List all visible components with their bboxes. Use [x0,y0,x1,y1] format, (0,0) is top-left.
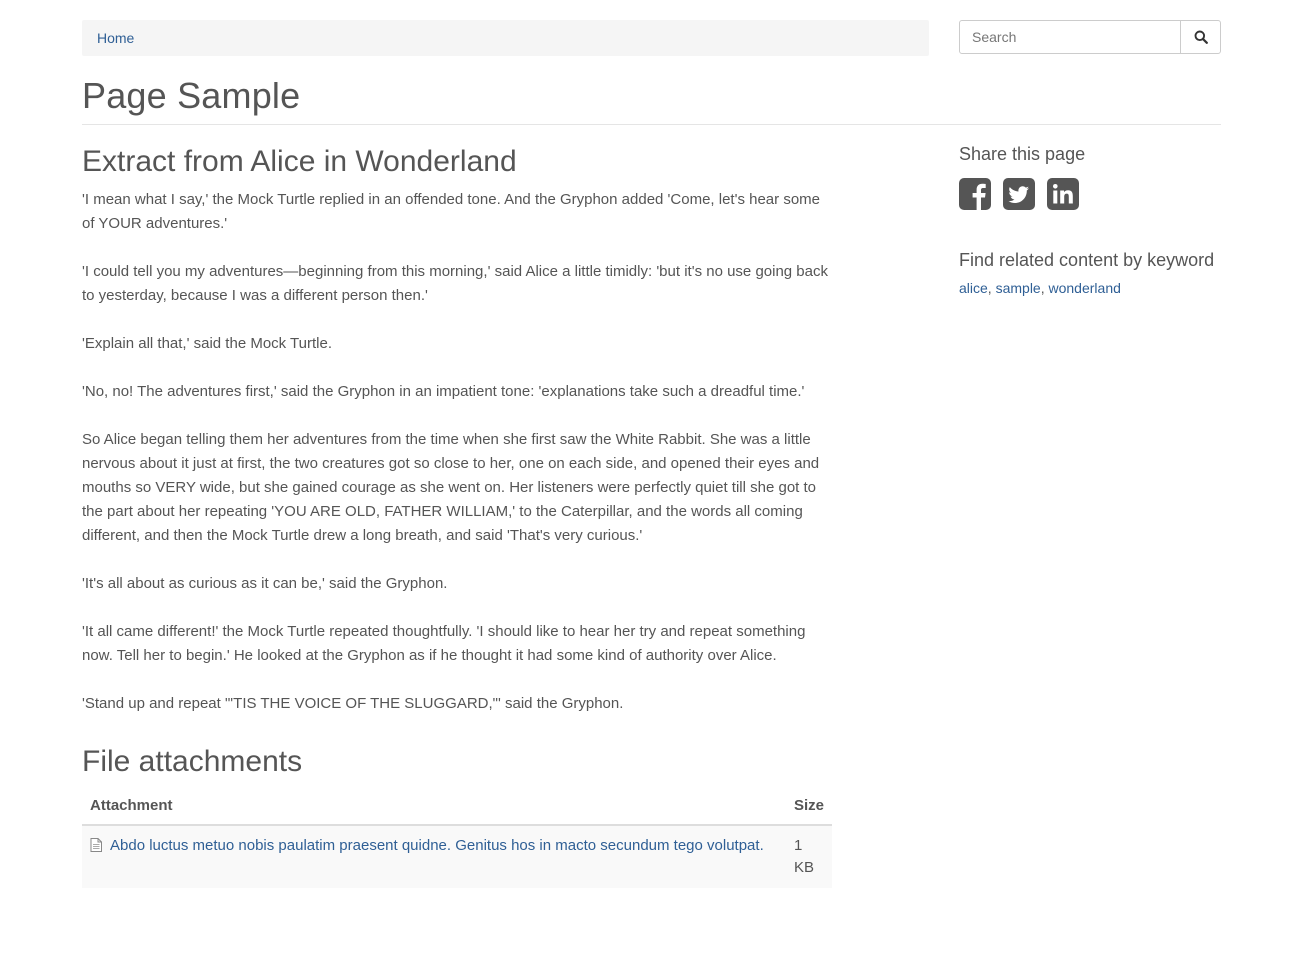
search-button[interactable] [1180,21,1220,53]
column-header-attachment: Attachment [82,788,786,826]
file-icon [90,837,102,859]
keyword-link-wonderland[interactable]: wonderland [1049,280,1121,296]
article-paragraph: So Alice began telling them her adventur… [82,431,820,544]
keywords-heading: Find related content by keyword [959,250,1215,270]
title-divider [82,124,1221,125]
facebook-icon[interactable] [959,178,991,210]
column-header-size: Size [785,788,832,826]
article-paragraph: 'It's all about as curious as it can be,… [82,575,448,592]
article-paragraph: 'No, no! The adventures first,' said the… [82,383,805,400]
linkedin-icon[interactable] [1047,178,1079,210]
main-content: Extract from Alice in Wonderland 'I mean… [82,140,832,888]
page-title: Page Sample [82,75,301,116]
search-input[interactable] [960,21,1180,53]
twitter-icon[interactable] [1003,178,1035,210]
attachment-size: 1 KB [785,825,832,888]
keyword-separator: , [1040,280,1049,296]
breadcrumb: Home [82,20,929,56]
table-row: Abdo luctus metuo nobis paulatim praesen… [82,825,832,888]
article-paragraph: 'I could tell you my adventures—beginnin… [82,263,828,304]
search-form [959,20,1221,54]
article-paragraph: 'I mean what I say,' the Mock Turtle rep… [82,191,820,232]
attachments-table: Attachment Size Abdo luctus metuo nobis … [82,788,832,888]
article-paragraph: 'Stand up and repeat "'TIS THE VOICE OF … [82,695,624,712]
keyword-separator: , [987,280,996,296]
table-header-row: Attachment Size [82,788,832,826]
attachment-link[interactable]: Abdo luctus metuo nobis paulatim praesen… [110,837,764,854]
sidebar: Share this page Find related content by … [959,140,1221,298]
social-share-links [959,178,1221,210]
article-heading: Extract from Alice in Wonderland [82,145,517,178]
breadcrumb-home-link[interactable]: Home [97,30,134,46]
article-body: 'I mean what I say,' the Mock Turtle rep… [82,188,832,716]
article-paragraph: 'It all came different!' the Mock Turtle… [82,623,806,664]
keyword-list: alice, sample, wonderland [959,278,1221,298]
keyword-link-alice[interactable]: alice [959,280,988,296]
share-heading: Share this page [959,144,1086,164]
attachments-heading: File attachments [82,745,303,778]
search-icon [1194,30,1208,44]
keyword-link-sample[interactable]: sample [996,280,1041,296]
attachment-cell: Abdo luctus metuo nobis paulatim praesen… [82,825,786,888]
article-paragraph: 'Explain all that,' said the Mock Turtle… [82,335,333,352]
